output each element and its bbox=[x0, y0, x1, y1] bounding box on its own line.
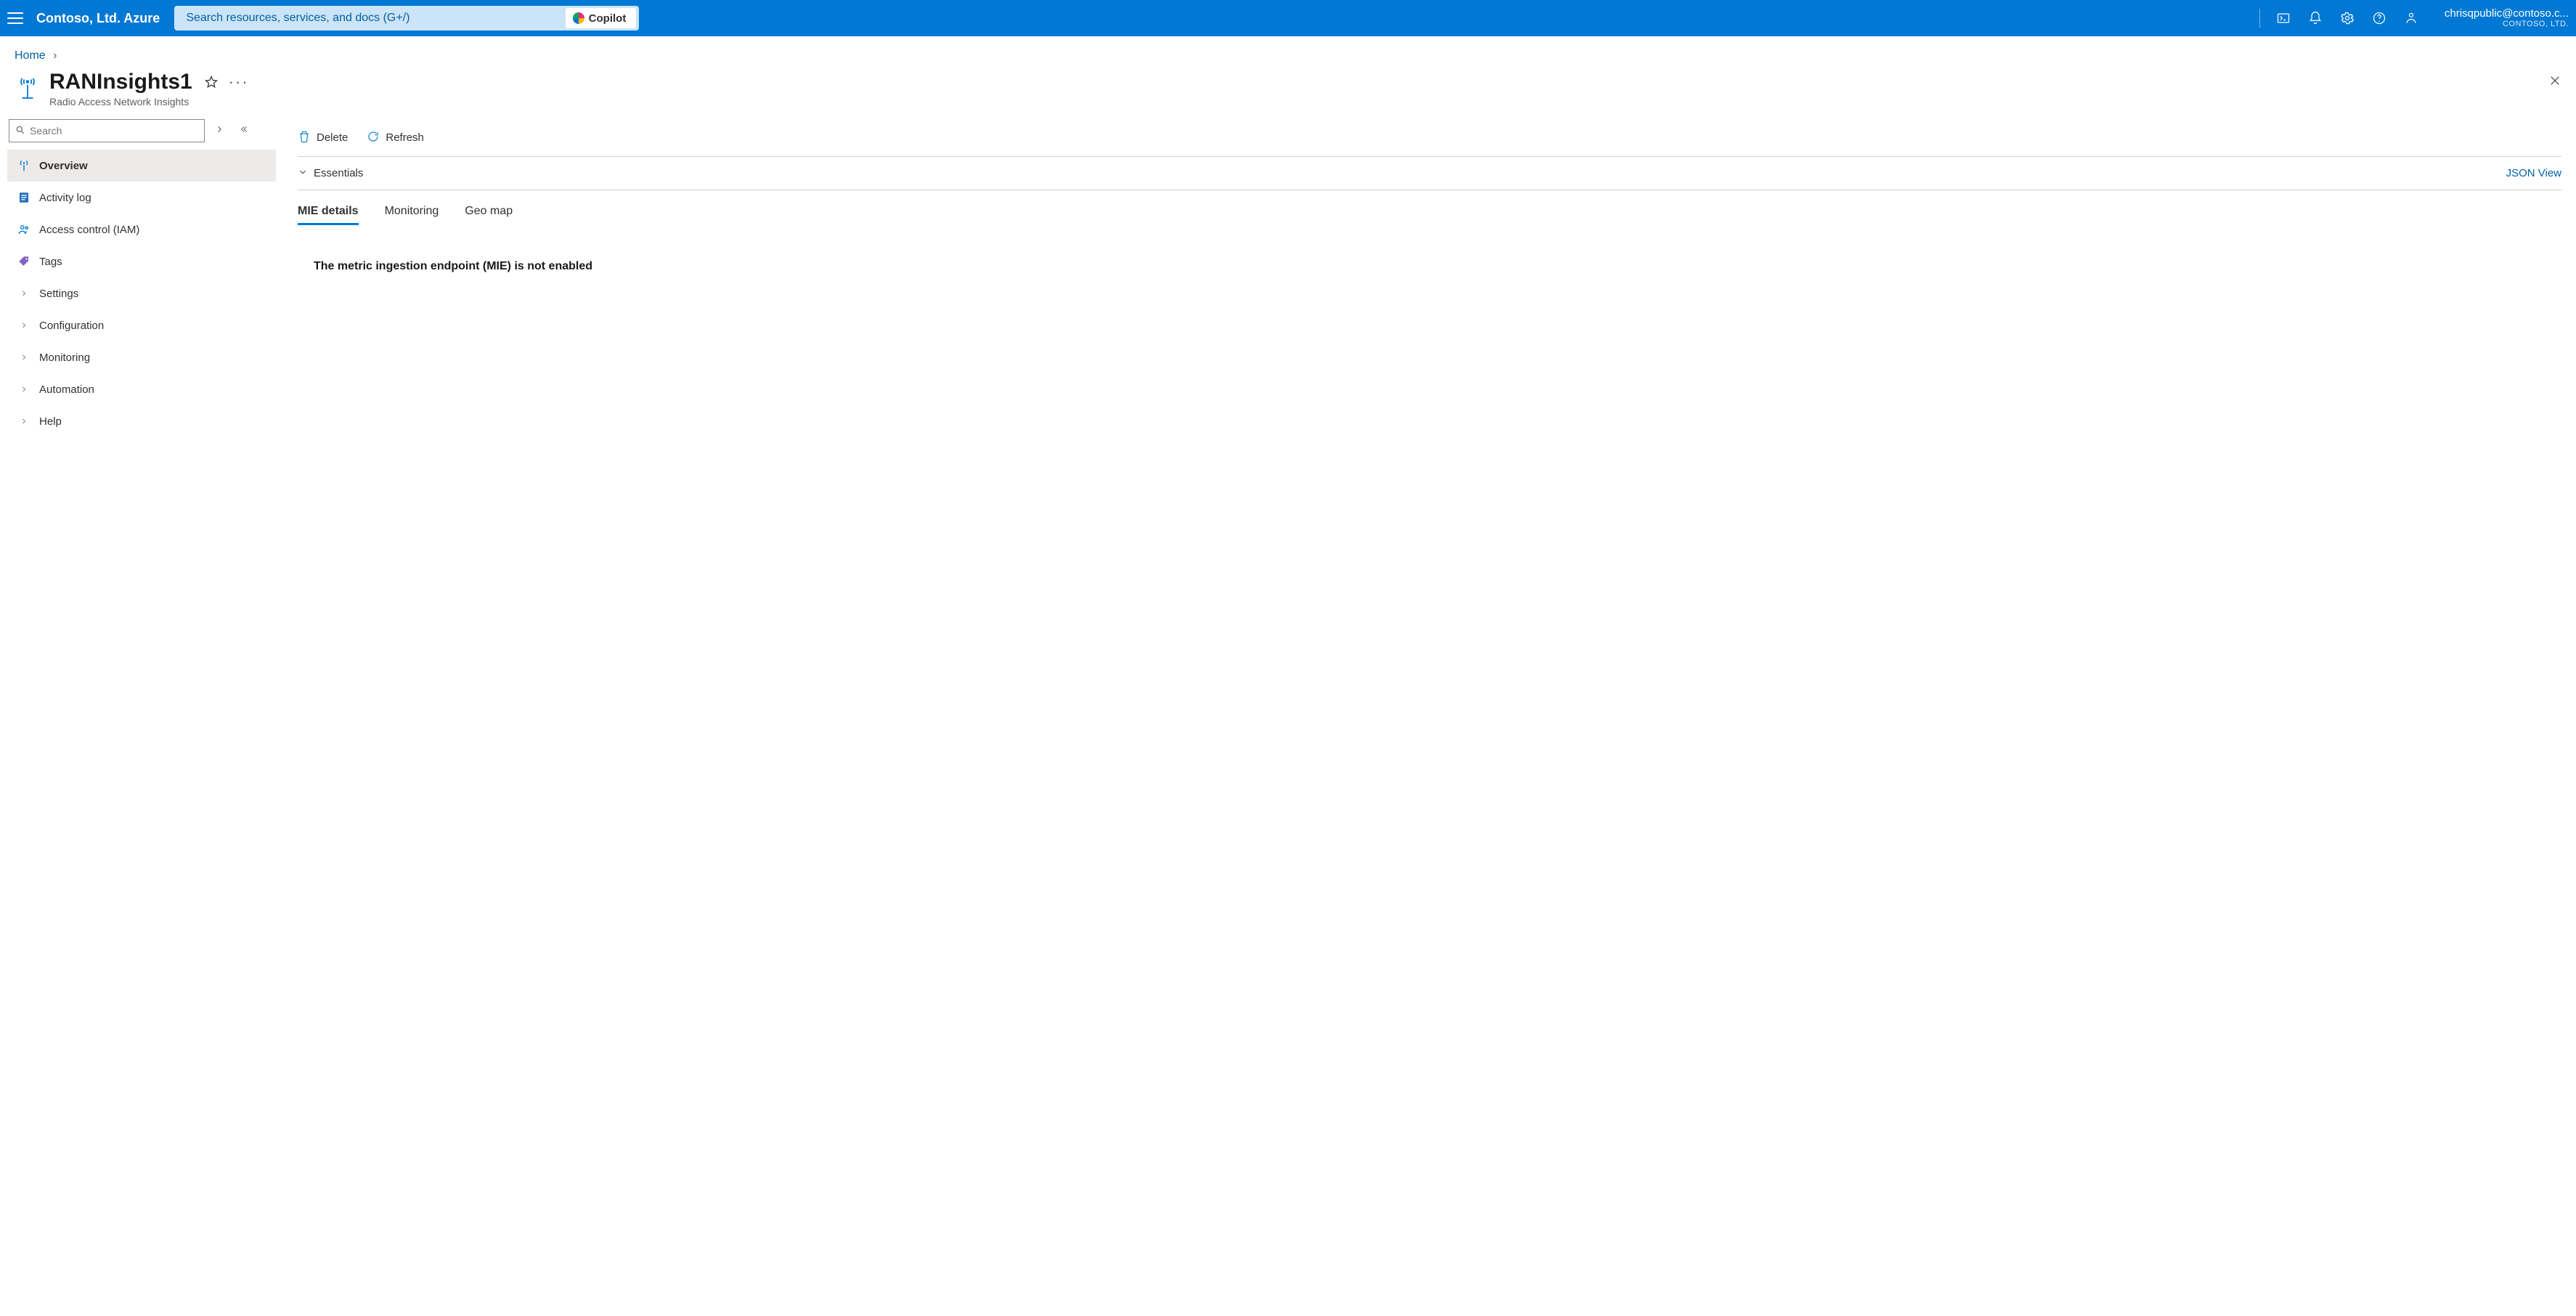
collapse-menu-button[interactable] bbox=[235, 124, 251, 138]
tab-label: Geo map bbox=[465, 205, 513, 217]
menu-search-input[interactable] bbox=[30, 125, 198, 137]
menu-item-help[interactable]: Help bbox=[7, 405, 276, 437]
menu-item-label: Monitoring bbox=[39, 352, 90, 364]
resource-menu: Overview Activity log Access control (IA… bbox=[7, 119, 276, 437]
resource-type-label: Radio Access Network Insights bbox=[49, 96, 248, 107]
account-tenant: CONTOSO, LTD. bbox=[2445, 20, 2569, 29]
menu-item-label: Automation bbox=[39, 383, 94, 396]
menu-item-tags[interactable]: Tags bbox=[7, 245, 276, 277]
breadcrumb: Home › bbox=[0, 36, 2576, 70]
content-pane: Delete Refresh Essentials JSON View MIE … bbox=[276, 119, 2576, 273]
refresh-label: Refresh bbox=[386, 131, 424, 144]
command-bar: Delete Refresh bbox=[298, 119, 2561, 157]
menu-items: Overview Activity log Access control (IA… bbox=[7, 150, 276, 437]
menu-item-activity-log[interactable]: Activity log bbox=[7, 182, 276, 214]
page-title: RANInsights1 bbox=[49, 70, 192, 94]
global-header: Contoso, Ltd. Azure Copilot chrisqpubli bbox=[0, 0, 2576, 36]
menu-item-label: Activity log bbox=[39, 192, 91, 204]
chevron-right-icon bbox=[17, 287, 30, 300]
chevron-down-icon bbox=[298, 167, 308, 180]
essentials-toggle[interactable]: Essentials bbox=[298, 167, 363, 180]
header-action-icons bbox=[2254, 4, 2426, 33]
delete-label: Delete bbox=[317, 131, 348, 144]
tenant-brand-label[interactable]: Contoso, Ltd. Azure bbox=[36, 11, 160, 26]
menu-item-configuration[interactable]: Configuration bbox=[7, 309, 276, 341]
menu-item-label: Help bbox=[39, 415, 62, 428]
resource-type-icon bbox=[15, 74, 41, 100]
global-search-box[interactable]: Copilot bbox=[174, 6, 639, 31]
search-icon bbox=[15, 125, 25, 137]
account-email: chrisqpublic@contoso.c... bbox=[2445, 7, 2569, 20]
antenna-icon bbox=[17, 159, 30, 172]
menu-item-access-control[interactable]: Access control (IAM) bbox=[7, 214, 276, 245]
menu-item-automation[interactable]: Automation bbox=[7, 373, 276, 405]
hamburger-menu-button[interactable] bbox=[7, 12, 23, 24]
tag-icon bbox=[17, 255, 30, 268]
menu-item-overview[interactable]: Overview bbox=[7, 150, 276, 182]
copilot-button[interactable]: Copilot bbox=[566, 8, 637, 28]
menu-item-label: Access control (IAM) bbox=[39, 224, 139, 236]
separator bbox=[2259, 9, 2260, 28]
refresh-icon bbox=[367, 130, 380, 146]
account-menu[interactable]: chrisqpublic@contoso.c... CONTOSO, LTD. bbox=[2445, 7, 2569, 29]
resource-header: RANInsights1 ··· Radio Access Network In… bbox=[0, 70, 2576, 119]
help-button[interactable] bbox=[2365, 4, 2394, 33]
essentials-header: Essentials JSON View bbox=[298, 157, 2561, 190]
menu-item-monitoring[interactable]: Monitoring bbox=[7, 341, 276, 373]
notifications-button[interactable] bbox=[2301, 4, 2330, 33]
menu-item-settings[interactable]: Settings bbox=[7, 277, 276, 309]
tab-label: Monitoring bbox=[385, 205, 439, 217]
chevron-right-icon bbox=[17, 319, 30, 332]
log-icon bbox=[17, 191, 30, 204]
menu-item-label: Overview bbox=[39, 160, 88, 172]
favorite-button[interactable] bbox=[203, 73, 220, 91]
json-view-link[interactable]: JSON View bbox=[2506, 167, 2561, 179]
chevron-right-icon: › bbox=[53, 49, 57, 62]
chevron-right-icon bbox=[17, 415, 30, 428]
tab-monitoring[interactable]: Monitoring bbox=[385, 205, 439, 225]
settings-button[interactable] bbox=[2333, 4, 2362, 33]
iam-icon bbox=[17, 223, 30, 236]
menu-item-label: Settings bbox=[39, 288, 78, 300]
more-actions-button[interactable]: ··· bbox=[230, 73, 248, 91]
copilot-label: Copilot bbox=[589, 12, 627, 25]
tab-mie-details[interactable]: MIE details bbox=[298, 205, 359, 225]
expand-collapse-toggle[interactable] bbox=[212, 124, 228, 138]
essentials-label: Essentials bbox=[314, 167, 363, 179]
chevron-right-icon bbox=[17, 383, 30, 396]
feedback-button[interactable] bbox=[2397, 4, 2426, 33]
breadcrumb-home-link[interactable]: Home bbox=[15, 49, 46, 62]
menu-item-label: Configuration bbox=[39, 320, 104, 332]
cloud-shell-button[interactable] bbox=[2269, 4, 2298, 33]
tab-geo-map[interactable]: Geo map bbox=[465, 205, 513, 225]
close-blade-button[interactable] bbox=[2548, 74, 2561, 91]
tab-strip: MIE details Monitoring Geo map bbox=[298, 190, 2561, 225]
copilot-icon bbox=[573, 12, 584, 24]
chevron-right-icon bbox=[17, 351, 30, 364]
trash-icon bbox=[298, 130, 311, 146]
menu-search-box[interactable] bbox=[9, 119, 205, 142]
mie-status-message: The metric ingestion endpoint (MIE) is n… bbox=[298, 225, 2561, 273]
tab-label: MIE details bbox=[298, 205, 359, 217]
menu-item-label: Tags bbox=[39, 256, 62, 268]
delete-button[interactable]: Delete bbox=[298, 130, 348, 146]
refresh-button[interactable]: Refresh bbox=[367, 130, 424, 146]
